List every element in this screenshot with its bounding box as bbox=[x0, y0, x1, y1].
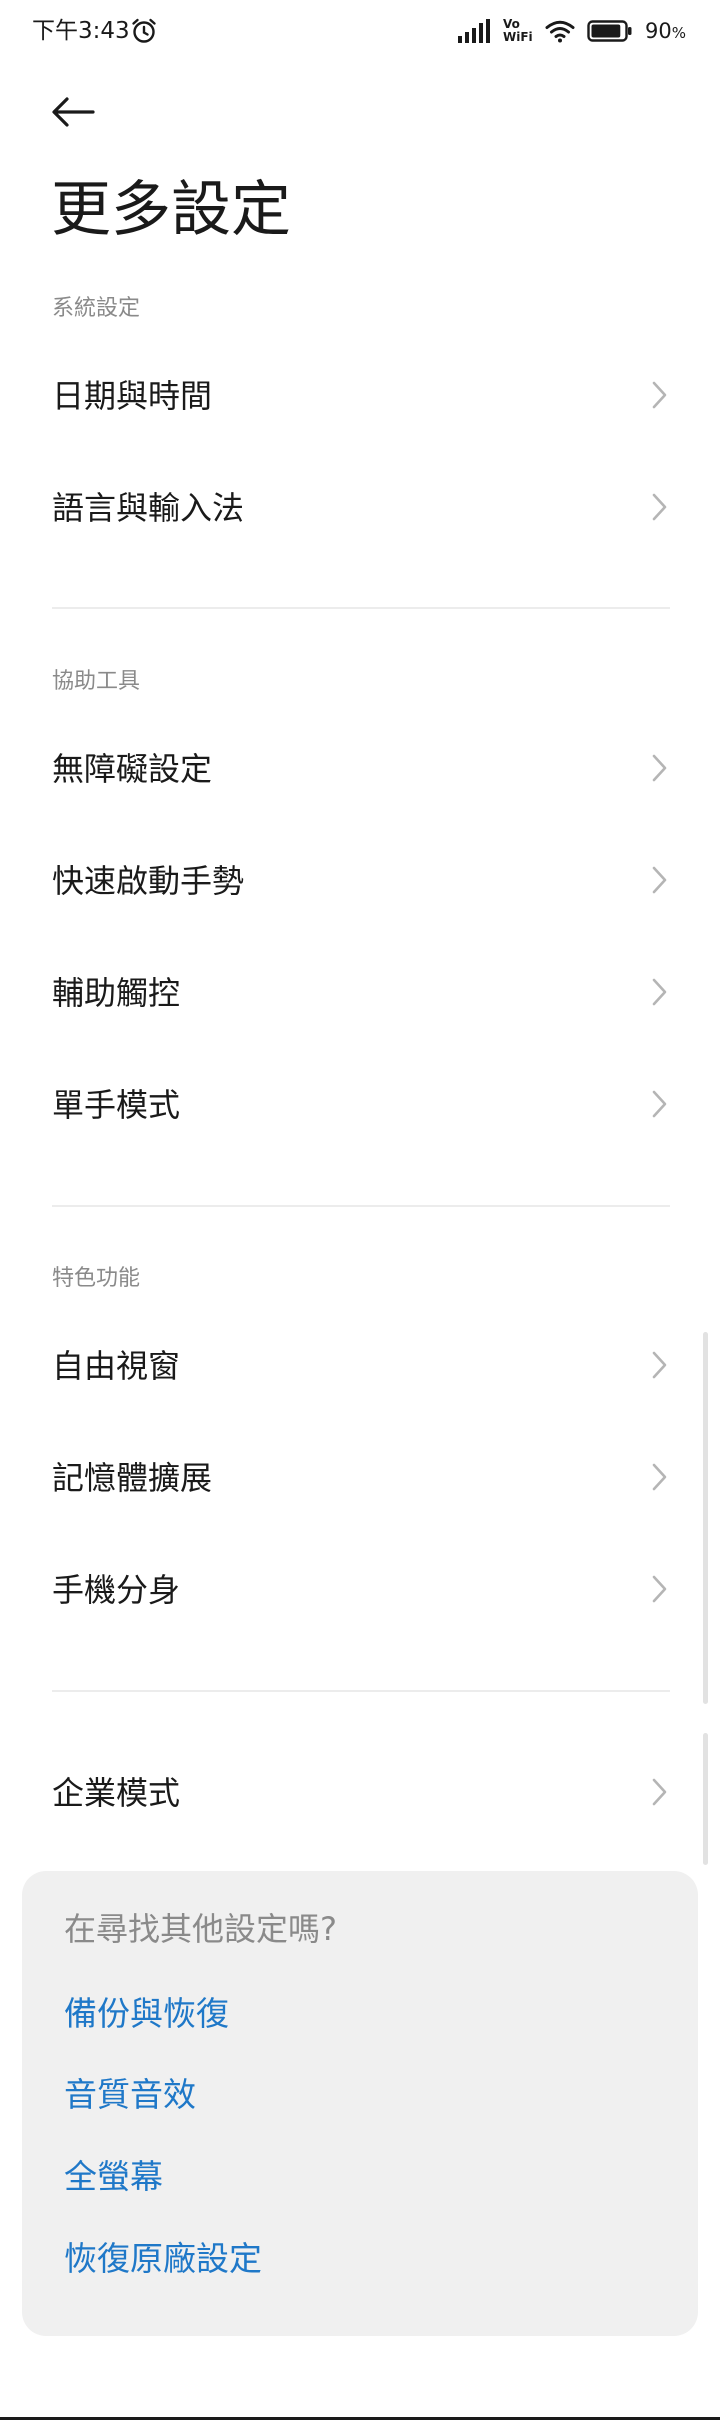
section-divider bbox=[52, 1205, 670, 1207]
menu-item-label: 語言與輸入法 bbox=[52, 489, 245, 527]
menu-item-second-space[interactable]: 手機分身 bbox=[0, 1539, 720, 1639]
section-divider bbox=[52, 607, 670, 609]
menu-item-accessibility-settings[interactable]: 無障礙設定 bbox=[0, 718, 720, 818]
suggestion-link-sound-effects[interactable]: 音質音效 bbox=[64, 2074, 196, 2116]
section-header-features: 特色功能 bbox=[52, 1266, 141, 1291]
suggestion-link-backup-restore[interactable]: 備份與恢復 bbox=[64, 1993, 229, 2035]
chevron-right-icon bbox=[652, 1351, 667, 1379]
chevron-right-icon bbox=[652, 493, 667, 521]
chevron-right-icon bbox=[652, 978, 667, 1006]
scrollbar-thumb[interactable] bbox=[703, 1332, 708, 1704]
battery-percent-unit: % bbox=[671, 24, 686, 42]
chevron-right-icon bbox=[652, 381, 667, 409]
menu-item-label: 輔助觸控 bbox=[52, 974, 181, 1012]
arrow-left-icon bbox=[52, 97, 95, 127]
menu-item-label: 手機分身 bbox=[52, 1571, 181, 1609]
section-header-system: 系統設定 bbox=[52, 296, 141, 321]
back-button[interactable] bbox=[48, 92, 98, 132]
menu-item-one-handed-mode[interactable]: 單手模式 bbox=[0, 1054, 720, 1154]
status-time: 下午3:43 bbox=[32, 18, 130, 44]
battery-percent-value: 90 bbox=[645, 19, 672, 43]
chevron-right-icon bbox=[652, 1575, 667, 1603]
chevron-right-icon bbox=[652, 1090, 667, 1118]
suggestions-title: 在尋找其他設定嗎? bbox=[64, 1910, 337, 1948]
alarm-clock-icon bbox=[132, 18, 156, 43]
chevron-right-icon bbox=[652, 866, 667, 894]
status-bar: 下午3:43 Vo WiFi 90% bbox=[0, 0, 720, 62]
menu-item-label: 自由視窗 bbox=[52, 1347, 181, 1385]
chevron-right-icon bbox=[652, 754, 667, 782]
battery-icon bbox=[587, 20, 632, 42]
vowifi-bottom-text: WiFi bbox=[503, 30, 533, 44]
menu-item-memory-extension[interactable]: 記憶體擴展 bbox=[0, 1427, 720, 1527]
suggestions-card: 在尋找其他設定嗎? 備份與恢復 音質音效 全螢幕 恢復原廠設定 bbox=[22, 1871, 698, 2336]
menu-item-label: 單手模式 bbox=[52, 1086, 181, 1124]
menu-item-quick-gestures[interactable]: 快速啟動手勢 bbox=[0, 830, 720, 930]
cellular-signal-icon bbox=[458, 19, 490, 43]
menu-item-floating-windows[interactable]: 自由視窗 bbox=[0, 1315, 720, 1415]
suggestion-link-full-screen[interactable]: 全螢幕 bbox=[64, 2156, 163, 2198]
section-header-accessibility: 協助工具 bbox=[52, 669, 141, 694]
battery-percentage: 90% bbox=[645, 19, 686, 43]
menu-item-language-input[interactable]: 語言與輸入法 bbox=[0, 457, 720, 557]
page-title: 更多設定 bbox=[51, 175, 291, 245]
chevron-right-icon bbox=[652, 1778, 667, 1806]
menu-item-assistive-touch[interactable]: 輔助觸控 bbox=[0, 942, 720, 1042]
menu-item-label: 記憶體擴展 bbox=[52, 1459, 213, 1497]
menu-item-date-time[interactable]: 日期與時間 bbox=[0, 345, 720, 445]
menu-item-label: 日期與時間 bbox=[52, 377, 213, 415]
menu-item-label: 無障礙設定 bbox=[52, 750, 213, 788]
scrollbar-track-lower bbox=[703, 1733, 708, 1865]
menu-item-enterprise-mode[interactable]: 企業模式 bbox=[0, 1742, 720, 1842]
section-divider bbox=[52, 1690, 670, 1692]
vowifi-icon: Vo WiFi bbox=[503, 16, 533, 46]
status-icons: Vo WiFi 90% bbox=[457, 14, 686, 48]
menu-item-label: 快速啟動手勢 bbox=[52, 862, 245, 900]
chevron-right-icon bbox=[652, 1463, 667, 1491]
wifi-icon bbox=[545, 20, 575, 43]
menu-item-label: 企業模式 bbox=[52, 1774, 181, 1812]
suggestion-link-factory-reset[interactable]: 恢復原廠設定 bbox=[64, 2238, 262, 2280]
